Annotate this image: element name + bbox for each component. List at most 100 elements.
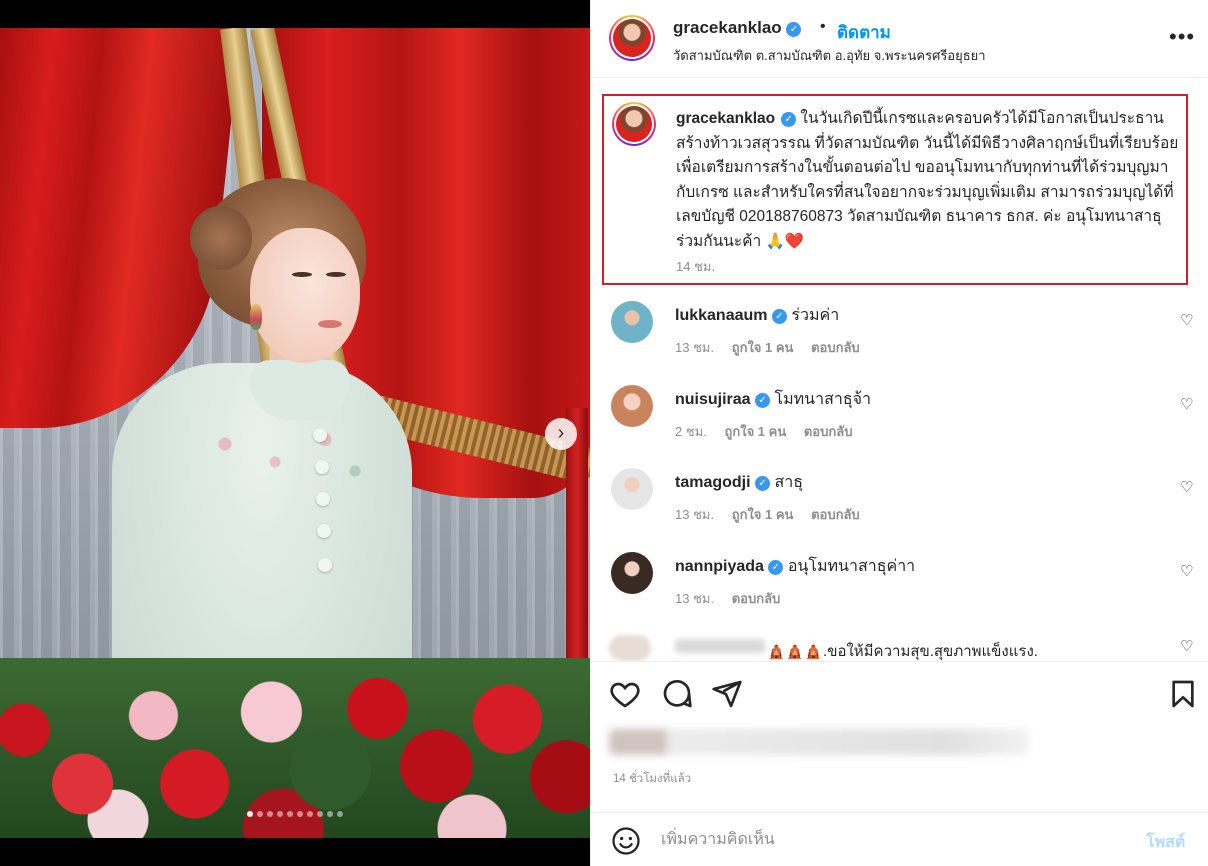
carousel-dot [327,811,333,817]
comment-meta: 13 ชม. ถูกใจ 1 คน ตอบกลับ [675,504,860,525]
caption-username[interactable]: gracekanklao [676,110,775,127]
comment-line: nannpiyada ✓ อนุโมทนาสาธุค่าา [675,554,915,579]
comment-icon[interactable] [661,678,693,710]
blurred-username [675,639,765,653]
carousel-dot [267,811,273,817]
comments-list[interactable]: gracekanklao ✓ ในวันเกิดปีนี้เกรซและครอบค… [591,79,1208,661]
carousel-dot [297,811,303,817]
post-comment-button[interactable]: โพสต์ [1146,830,1185,855]
share-icon[interactable] [711,678,743,710]
verified-badge-icon: ✓ [755,476,771,491]
commenter-avatar[interactable] [611,468,653,510]
dress-collar [250,360,350,420]
verified-badge-icon: ✓ [755,393,771,408]
comment-text: อนุโมทนาสาธุค่าา [787,558,916,575]
post-timestamp: 14 ชั่วโมงที่แล้ว [613,773,692,785]
comment-meta: 13 ชม. ตอบกลับ [675,588,780,609]
comment-likes[interactable]: ถูกใจ 1 คน [724,424,786,439]
author-avatar[interactable] [609,15,655,61]
dress-button [316,492,330,506]
comment-text: โมทนาสาธุจ้า [774,391,871,408]
comment-text: ร่วมค่า [791,307,840,324]
dress-embroidery [185,408,385,498]
verified-badge-icon: ✓ [771,309,787,324]
verified-badge-icon: ✓ [786,22,802,37]
post-side-panel: gracekanklao ✓ • ติดตาม วัดสามบัณฑิต ต.ส… [590,0,1208,866]
comment-time: 13 ชม. [675,340,715,355]
dress-button [315,460,329,474]
comment-line: lukkanaaum ✓ ร่วมค่า [675,303,839,328]
comment-text: สาธุ [774,474,803,491]
reply-button[interactable]: ตอบกลับ [811,507,860,522]
carousel-indicator [0,811,590,821]
more-options-icon[interactable]: ••• [1169,24,1195,50]
carousel-dot [287,811,293,817]
comment-like-heart-icon[interactable]: ♡ [1180,562,1193,580]
carousel-dot [337,811,343,817]
caption-time: 14 ชม. [676,259,716,274]
dress-button [313,428,327,442]
comment-item: nannpiyada ✓ อนุโมทนาสาธุค่าา 13 ชม. ตอบ… [591,546,1208,626]
comment-like-heart-icon[interactable]: ♡ [1180,637,1193,655]
chevron-right-icon: › [557,422,565,444]
caption-body: ในวันเกิดปีนี้เกรซและครอบครัวได้มีโอกาสเ… [676,110,1179,250]
commenter-avatar[interactable] [611,385,653,427]
post-header: gracekanklao ✓ • ติดตาม วัดสามบัณฑิต ต.ส… [591,0,1208,78]
carousel-next-button[interactable]: › [545,418,577,450]
author-username-link[interactable]: gracekanklao ✓ [673,18,802,38]
comment-username[interactable]: nannpiyada [675,558,764,575]
comment-input[interactable] [661,827,1121,853]
follow-button[interactable]: ติดตาม [837,19,891,46]
add-comment-bar: โพสต์ [591,812,1208,866]
comment-like-heart-icon[interactable]: ♡ [1180,311,1193,329]
blurred-likes-summary [609,729,1029,755]
face [250,228,360,363]
post-actions [591,661,1208,727]
verified-badge-icon: ✓ [768,560,784,575]
post-photo[interactable] [0,28,590,838]
comment-username[interactable]: lukkanaaum [675,307,767,324]
comment-text: 🛕🛕🛕.ขอให้มีความสุข.สุขภาพแข็งแรง. [767,643,1038,660]
comment-username[interactable]: tamagodji [675,474,751,491]
caption-avatar[interactable] [612,102,656,146]
carousel-dot [317,811,323,817]
earring [250,304,262,330]
comment-time: 13 ชม. [675,507,715,522]
carousel-dot [247,811,253,817]
comment-like-heart-icon[interactable]: ♡ [1180,395,1193,413]
bookmark-icon[interactable] [1167,678,1199,710]
blurred-avatar [609,635,651,661]
reply-button[interactable]: ตอบกลับ [811,340,860,355]
reply-button[interactable]: ตอบกลับ [804,424,853,439]
comment-time: 13 ชม. [675,591,715,606]
comment-item: nuisujiraa ✓ โมทนาสาธุจ้า 2 ชม. ถูกใจ 1 … [591,379,1208,459]
separator-dot: • [820,18,826,35]
dress-button [318,558,332,572]
hair-bun [190,206,252,270]
author-username[interactable]: gracekanklao [673,18,782,37]
comment-likes[interactable]: ถูกใจ 1 คน [732,507,794,522]
comment-item-partial: 🛕🛕🛕.ขอให้มีความสุข.สุขภาพแข็งแรง. ♡ [591,631,1208,661]
reply-button[interactable]: ตอบกลับ [732,591,781,606]
comment-meta: 13 ชม. ถูกใจ 1 คน ตอบกลับ [675,337,860,358]
photo-panel: › [0,0,590,866]
commenter-avatar[interactable] [611,301,653,343]
heart-icon[interactable] [609,678,641,710]
eye [326,272,346,277]
carousel-dot [257,811,263,817]
avatar-image [613,19,651,57]
location-link[interactable]: วัดสามบัณฑิต ต.สามบัณฑิต อ.อุทัย จ.พระนค… [673,45,986,66]
comment-username[interactable]: nuisujiraa [675,391,751,408]
dress-button [317,524,331,538]
comment-like-heart-icon[interactable]: ♡ [1180,478,1193,496]
comment-likes[interactable]: ถูกใจ 1 คน [732,340,794,355]
comment-meta: 2 ชม. ถูกใจ 1 คน ตอบกลับ [675,421,852,442]
emoji-icon[interactable] [611,826,641,856]
carousel-dot [277,811,283,817]
carousel-dot [307,811,313,817]
comment-item: lukkanaaum ✓ ร่วมค่า 13 ชม. ถูกใจ 1 คน ต… [591,295,1208,375]
commenter-avatar[interactable] [611,552,653,594]
comment-time: 2 ชม. [675,424,707,439]
comment-item: tamagodji ✓ สาธุ 13 ชม. ถูกใจ 1 คน ตอบกล… [591,462,1208,542]
lips [318,320,342,328]
